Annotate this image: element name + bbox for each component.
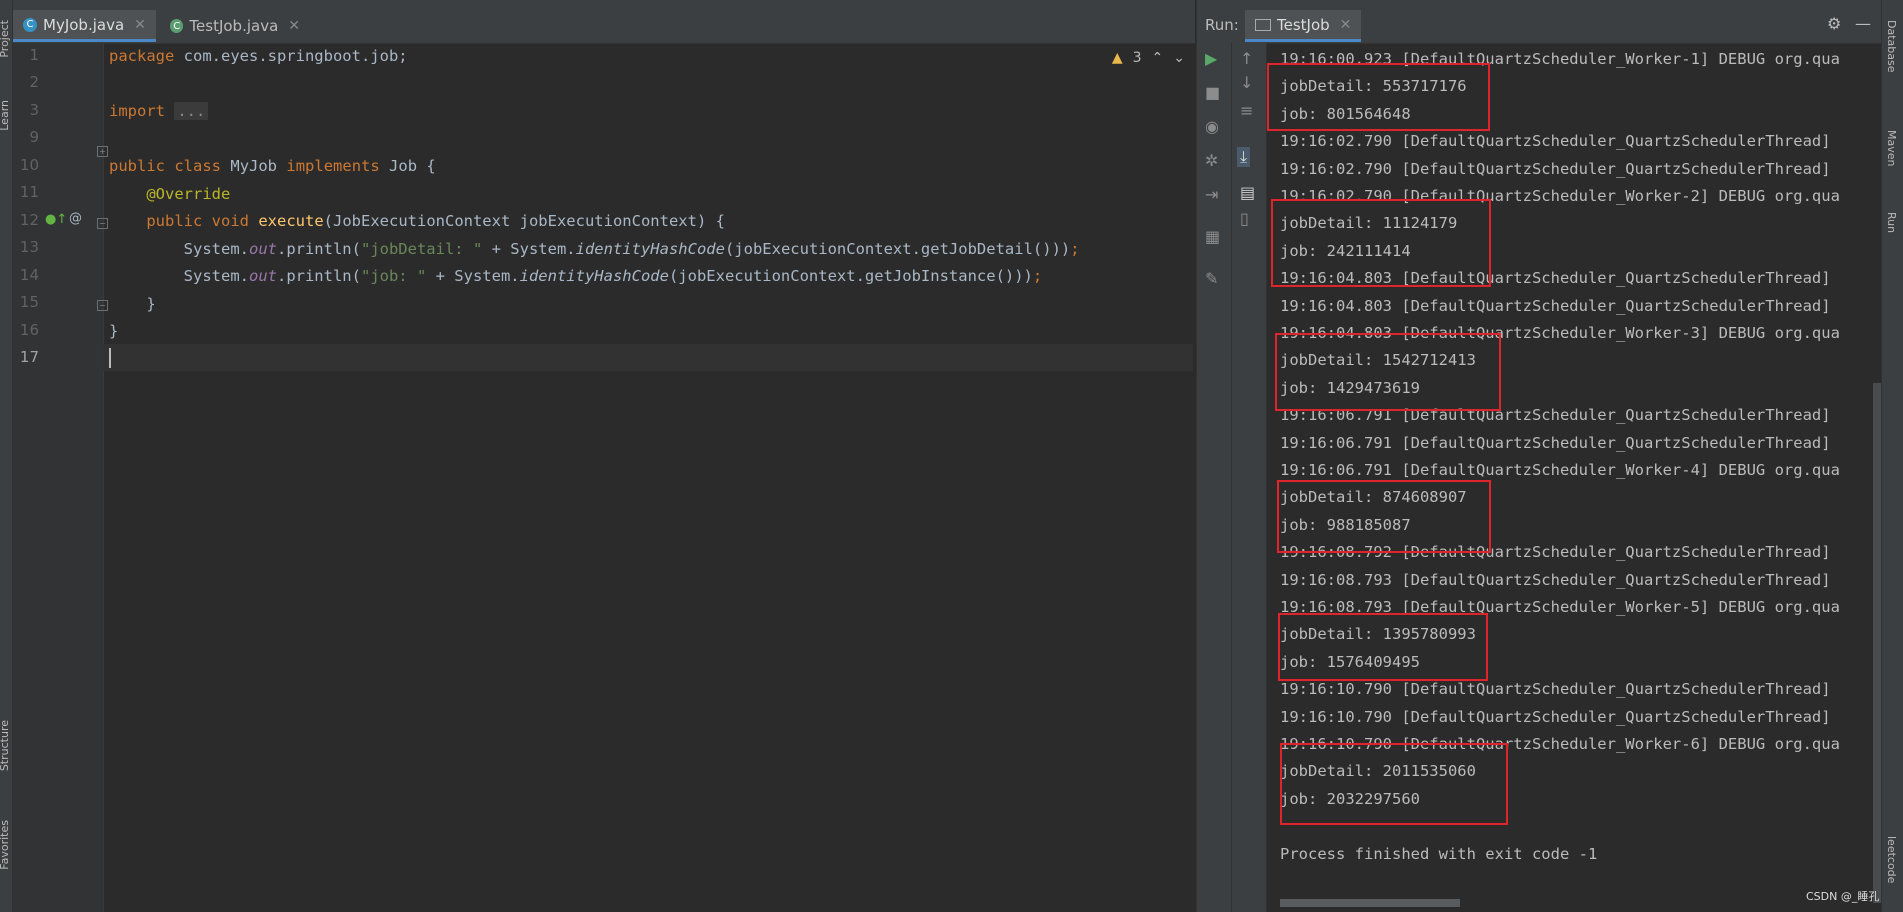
console-line: 19:16:08.793 [DefaultQuartzScheduler_Qua…: [1280, 570, 1840, 589]
login-icon[interactable]: ⇥: [1205, 185, 1218, 204]
watermark: CSDN @_睡孔: [1806, 890, 1880, 903]
highlight-box: [1280, 743, 1508, 825]
close-icon[interactable]: ✕: [1340, 17, 1352, 33]
trash-icon[interactable]: ▯: [1240, 209, 1249, 228]
close-icon[interactable]: ✕: [288, 18, 300, 34]
console-line: 19:16:06.791 [DefaultQuartzScheduler_Qua…: [1280, 433, 1840, 452]
code-line-15: }: [146, 295, 156, 313]
highlight-box: [1275, 333, 1501, 411]
favorites-tool-button[interactable]: Favorites: [0, 820, 11, 870]
line-number: 14: [19, 266, 39, 284]
line-number-gutter: 1 1 2 3 9 10 11 12 13 14 15 16 17 ●↑ @ +…: [13, 43, 108, 912]
fold-toggle-icon[interactable]: +: [97, 146, 108, 157]
rerun-icon[interactable]: ▶: [1205, 49, 1217, 68]
highlight-box: [1278, 613, 1488, 681]
run-label: Run:: [1205, 16, 1239, 34]
camera-icon[interactable]: ◉: [1205, 117, 1219, 136]
console-line: 19:16:10.790 [DefaultQuartzScheduler_Qua…: [1280, 707, 1840, 726]
right-tool-strip: Database Maven Run leetcode: [1881, 0, 1903, 912]
code-line-12: public void execute(JobExecutionContext …: [146, 212, 725, 230]
code-line-3: import ...: [109, 98, 209, 125]
stop-icon[interactable]: ■: [1205, 83, 1220, 102]
console-output[interactable]: 19:16:00.923 [DefaultQuartzScheduler_Wor…: [1267, 43, 1881, 912]
current-line-highlight: [103, 344, 1193, 371]
line-number-current: 17: [19, 348, 39, 366]
arrow-down-icon[interactable]: ↓: [1240, 73, 1253, 92]
run-tab-label: TestJob: [1277, 15, 1330, 34]
tab-label: TestJob.java: [189, 17, 279, 35]
line-number: 12: [19, 211, 39, 229]
tab-label: MyJob.java: [43, 15, 125, 34]
java-class-icon: C: [23, 17, 37, 32]
run-panel-header: Run: TestJob ✕ ⚙ —: [1197, 0, 1881, 44]
highlight-box: [1277, 480, 1491, 553]
code-line-11: @Override: [146, 185, 231, 203]
arrow-up-icon[interactable]: ↑: [1240, 49, 1253, 68]
code-line-1: package com.eyes.springboot.job;: [109, 47, 408, 65]
project-tool-button[interactable]: Project: [0, 20, 11, 58]
line-number: 1: [29, 46, 39, 64]
print-icon[interactable]: ▤: [1240, 183, 1255, 202]
fold-toggle-icon[interactable]: −: [97, 218, 108, 229]
run-tool-button[interactable]: Run: [1885, 212, 1898, 233]
line-number: 11: [19, 183, 39, 201]
console-line: Process finished with exit code -1: [1280, 844, 1598, 863]
code-line-17: [109, 344, 111, 371]
gear-icon[interactable]: ⚙: [1827, 14, 1841, 33]
java-class-icon: C: [170, 19, 184, 33]
minimize-icon[interactable]: —: [1855, 14, 1871, 33]
line-number: 2: [29, 73, 39, 91]
layout-icon[interactable]: ▦: [1205, 227, 1220, 246]
line-number: 16: [19, 321, 39, 339]
close-icon[interactable]: ✕: [134, 17, 146, 33]
line-number: 9: [29, 128, 39, 146]
vertical-scrollbar[interactable]: [1873, 383, 1881, 903]
line-number: 13: [19, 238, 39, 256]
highlight-box: [1271, 199, 1491, 287]
bug-icon[interactable]: ✲: [1205, 151, 1218, 170]
leetcode-tool-button[interactable]: leetcode: [1885, 836, 1898, 883]
tab-testjob-java[interactable]: C TestJob.java ✕: [160, 10, 310, 42]
maven-tool-button[interactable]: Maven: [1885, 130, 1898, 166]
console-icon: [1255, 18, 1271, 31]
line-number: 10: [19, 156, 39, 174]
console-line: 19:16:02.790 [DefaultQuartzScheduler_Qua…: [1280, 159, 1840, 178]
console-line: 19:16:02.790 [DefaultQuartzScheduler_Qua…: [1280, 132, 1840, 151]
pin-icon[interactable]: ✎: [1205, 269, 1218, 288]
horizontal-scrollbar[interactable]: [1280, 899, 1460, 907]
left-tool-strip: Project Learn Structure Favorites: [0, 0, 13, 912]
code-line-16: }: [109, 322, 119, 340]
database-tool-button[interactable]: Database: [1885, 20, 1898, 73]
run-tab-testjob[interactable]: TestJob ✕: [1245, 10, 1362, 42]
scroll-to-end-icon[interactable]: ⤓: [1237, 147, 1251, 167]
structure-tool-button[interactable]: Structure: [0, 720, 11, 771]
code-editor: C MyJob.java ✕ C TestJob.java ✕ ▲ 3 ⌃ ⌄ …: [13, 0, 1195, 912]
code-line-10: public class MyJob implements Job {: [109, 157, 436, 175]
implements-method-icon[interactable]: ●↑: [45, 212, 67, 227]
text-caret: [109, 347, 111, 368]
line-number: 15: [19, 293, 39, 311]
run-panel: Run: TestJob ✕ ⚙ — ▶ ■ ◉ ✲ ⇥ ▦ ✎ ↑ ↓ ≡ ⤓…: [1196, 0, 1881, 912]
annotation-icon[interactable]: @: [69, 211, 82, 226]
code-line-13: System.out.println("jobDetail: " + Syste…: [183, 240, 1080, 258]
highlight-box: [1267, 63, 1490, 131]
run-toolbar: ▶ ■ ◉ ✲ ⇥ ▦ ✎: [1197, 43, 1232, 912]
console-line: 19:16:04.803 [DefaultQuartzScheduler_Qua…: [1280, 296, 1840, 315]
tab-myjob-java[interactable]: C MyJob.java ✕: [13, 10, 156, 42]
code-line-14: System.out.println("job: " + System.iden…: [183, 267, 1043, 285]
fold-toggle-icon[interactable]: −: [97, 300, 108, 311]
code-area[interactable]: package com.eyes.springboot.job; import …: [103, 43, 1195, 912]
console-toolbar: ↑ ↓ ≡ ⤓ ▤ ▯: [1232, 43, 1267, 912]
learn-tool-button[interactable]: Learn: [0, 100, 11, 131]
soft-wrap-icon[interactable]: ≡: [1240, 101, 1253, 120]
folded-imports[interactable]: ...: [174, 102, 209, 120]
line-number: 3: [29, 101, 39, 119]
editor-tab-bar: C MyJob.java ✕ C TestJob.java ✕: [13, 0, 1195, 44]
